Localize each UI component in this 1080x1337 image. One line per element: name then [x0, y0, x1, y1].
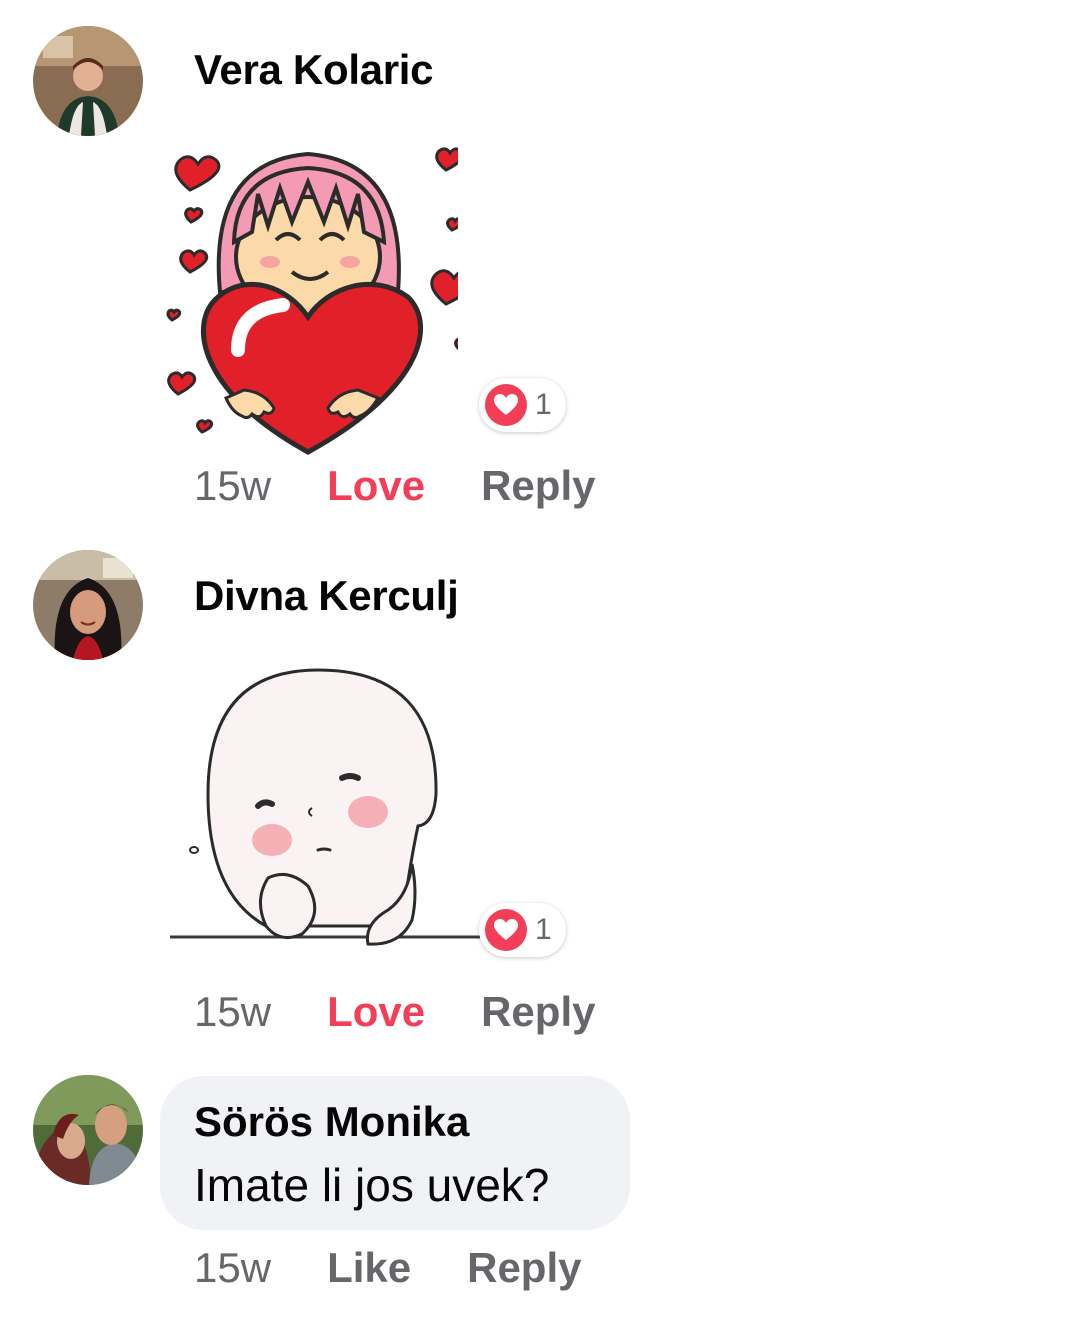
avatar-photo-icon [33, 550, 143, 660]
love-button[interactable]: Love [327, 988, 425, 1036]
reply-button[interactable]: Reply [467, 1244, 581, 1292]
comment-thread: Vera Kolaric 1 15w Love Reply Divna Kerc… [0, 0, 1080, 1337]
reaction-summary[interactable]: 1 [479, 903, 566, 957]
pondering-blob-sticker-icon[interactable] [168, 664, 488, 954]
reaction-count: 1 [535, 913, 552, 946]
avatar-photo-icon [33, 1075, 143, 1185]
reply-button[interactable]: Reply [481, 988, 595, 1036]
reaction-count: 1 [535, 388, 552, 421]
avatar-soros-monika[interactable] [33, 1075, 143, 1185]
comment-actions: 15w Love Reply [194, 462, 595, 510]
love-button[interactable]: Love [327, 462, 425, 510]
avatar-divna-kerculj[interactable] [33, 550, 143, 660]
comment-time[interactable]: 15w [194, 1244, 271, 1292]
comment-bubble: Sörös Monika Imate li jos uvek? [160, 1076, 630, 1230]
comment-text: Imate li jos uvek? [194, 1159, 550, 1211]
comment-author[interactable]: Sörös Monika [194, 1098, 469, 1146]
reaction-summary[interactable]: 1 [479, 378, 566, 432]
love-reaction-icon [485, 909, 527, 951]
reply-button[interactable]: Reply [481, 462, 595, 510]
avatar-photo-icon [33, 26, 143, 136]
comment-actions: 15w Love Reply [194, 988, 595, 1036]
comment-time[interactable]: 15w [194, 462, 271, 510]
avatar-vera-kolaric[interactable] [33, 26, 143, 136]
comment-author[interactable]: Vera Kolaric [194, 46, 434, 94]
comment-actions: 15w Like Reply [194, 1244, 581, 1292]
comment-author[interactable]: Divna Kerculj [194, 572, 459, 620]
like-button[interactable]: Like [327, 1244, 411, 1292]
comment-time[interactable]: 15w [194, 988, 271, 1036]
girl-holding-heart-sticker-icon[interactable] [158, 122, 477, 458]
love-reaction-icon [485, 384, 527, 426]
